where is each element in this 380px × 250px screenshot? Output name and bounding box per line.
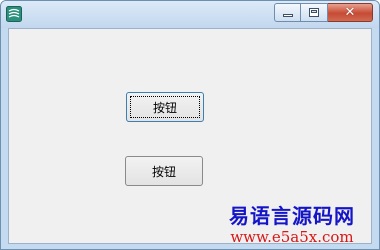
close-icon: ✕ [344,5,356,20]
button-1[interactable]: 按钮 [126,92,204,122]
app-icon[interactable] [6,6,22,22]
minimize-icon [283,14,293,17]
watermark-title: 易语言源码网 [229,204,355,228]
watermark-url: www.e5a5x.com [230,228,354,246]
maximize-button[interactable] [301,3,328,22]
title-bar[interactable]: ✕ [1,1,379,28]
minimize-button[interactable] [274,3,301,22]
button-2[interactable]: 按钮 [125,156,203,186]
watermark: 易语言源码网 www.e5a5x.com [212,204,372,246]
caption-buttons: ✕ [274,3,373,22]
close-button[interactable]: ✕ [328,3,373,22]
maximize-icon [309,8,319,17]
